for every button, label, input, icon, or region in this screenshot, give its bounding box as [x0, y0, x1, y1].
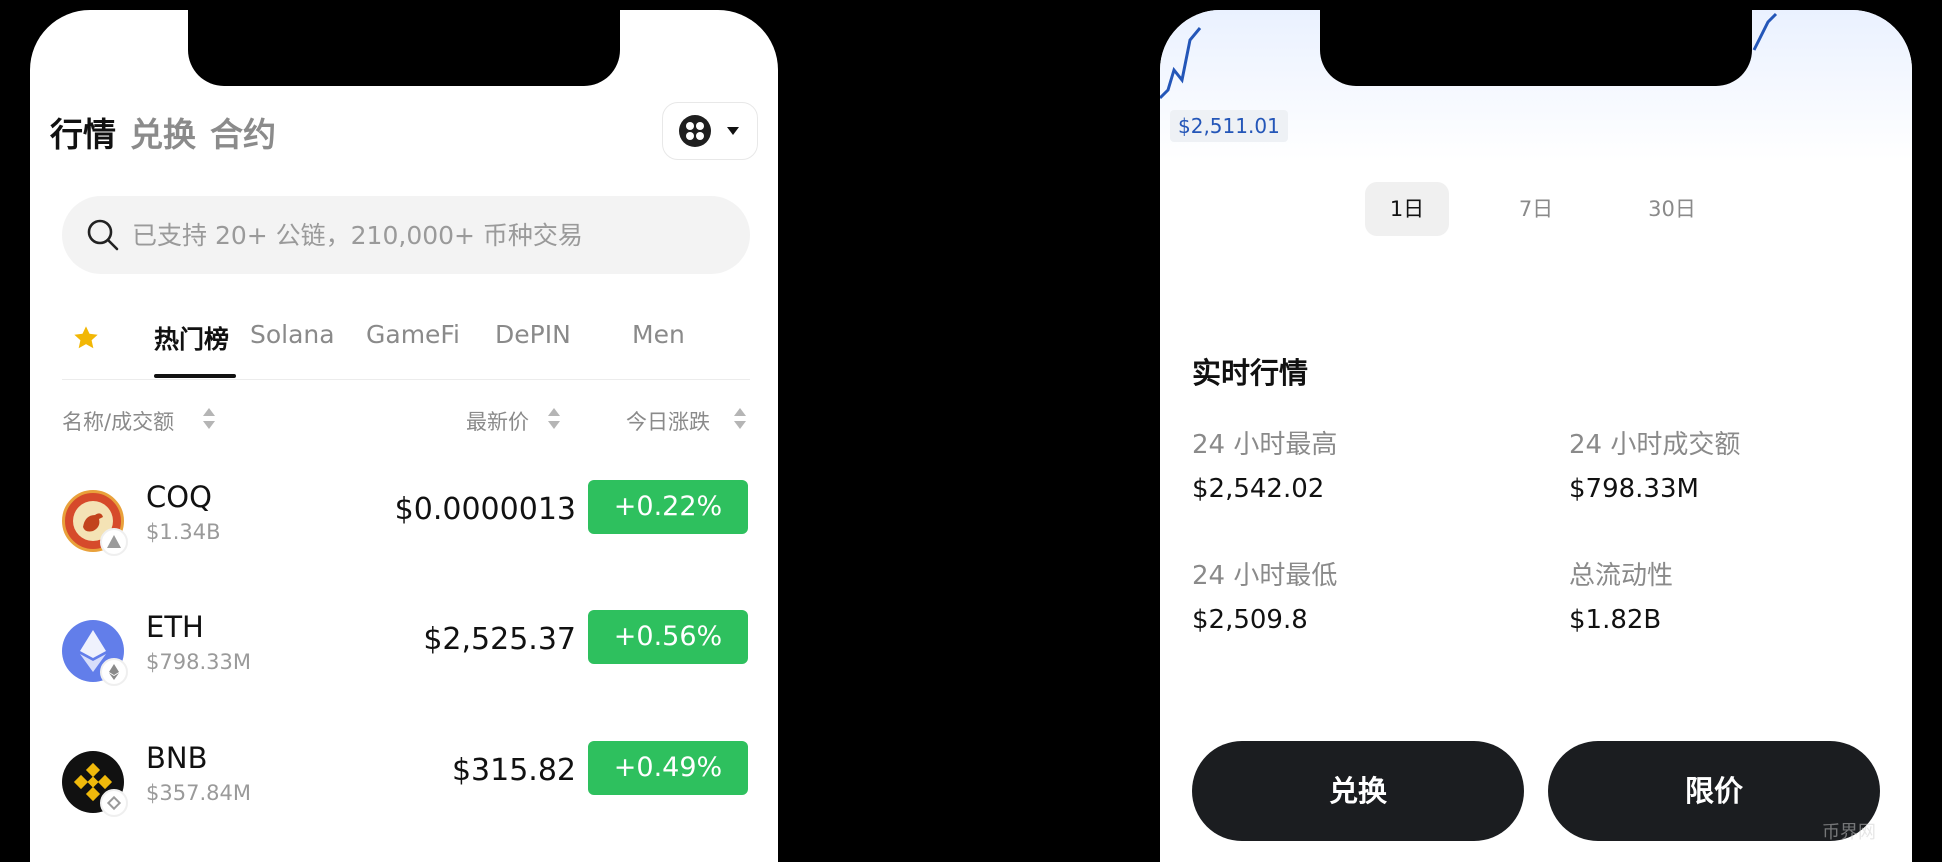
token-row-bnb[interactable]: BNB $357.84M $315.82 +0.49% [30, 741, 778, 861]
search-input[interactable] [132, 196, 732, 274]
range-30d[interactable]: 30日 [1630, 182, 1714, 236]
chart-price-tag: $2,511.01 [1170, 110, 1288, 142]
token-row-eth[interactable]: ETH $798.33M $2,525.37 +0.56% [30, 610, 778, 730]
search-bar[interactable] [62, 196, 750, 274]
category-depin[interactable]: DePIN [495, 320, 571, 349]
stat-value-high: $2,542.02 [1192, 474, 1325, 504]
stat-value-low: $2,509.8 [1192, 605, 1308, 635]
stat-label-low: 24 小时最低 [1192, 561, 1338, 591]
range-1d[interactable]: 1日 [1365, 182, 1449, 236]
category-solana[interactable]: Solana [250, 320, 335, 349]
stat-label-liquidity: 总流动性 [1569, 561, 1674, 591]
divider [62, 379, 750, 380]
token-detail-screen: $2,511.01 1日 7日 30日 实时行情 24 小时最高 $2,542.… [1160, 10, 1912, 862]
sort-icon[interactable] [734, 408, 746, 432]
tab-market[interactable]: 行情 [50, 108, 116, 156]
token-symbol: BNB [146, 741, 208, 775]
token-change: +0.56% [588, 610, 748, 664]
apps-grid-icon [679, 115, 711, 147]
avalanche-chain-icon [100, 528, 128, 556]
stat-label-volume: 24 小时成交额 [1569, 430, 1741, 460]
token-symbol: ETH [146, 610, 204, 644]
token-price: $2,525.37 [423, 622, 576, 657]
token-volume: $357.84M [146, 781, 251, 805]
token-change: +0.49% [588, 741, 748, 795]
phone-notch [188, 10, 620, 86]
token-volume: $798.33M [146, 650, 251, 674]
token-volume: $1.34B [146, 520, 221, 544]
token-row-coq[interactable]: COQ $1.34B $0.0000013 +0.22% [30, 480, 778, 600]
token-price: $315.82 [451, 753, 576, 788]
favorites-star-icon[interactable] [72, 324, 100, 352]
tab-contract[interactable]: 合约 [210, 108, 276, 156]
realtime-section-title: 实时行情 [1192, 356, 1309, 390]
market-screen: 行情 兑换 合约 热门榜 Solana GameFi DePIN Men 名称/… [30, 10, 778, 862]
stat-label-high: 24 小时最高 [1192, 430, 1338, 460]
token-change: +0.22% [588, 480, 748, 534]
phone-notch [1320, 10, 1752, 86]
chevron-down-icon [727, 127, 739, 135]
col-header-price[interactable]: 最新价 [466, 406, 529, 436]
token-symbol: COQ [146, 480, 212, 514]
bnb-chain-icon [100, 789, 128, 817]
range-7d[interactable]: 7日 [1494, 182, 1578, 236]
category-hot[interactable]: 热门榜 [154, 320, 229, 356]
watermark: 币界网 [1822, 822, 1876, 843]
ethereum-chain-icon [100, 658, 128, 686]
active-category-indicator [154, 374, 236, 378]
col-header-name[interactable]: 名称/成交额 [62, 406, 174, 436]
stat-value-volume: $798.33M [1569, 474, 1699, 504]
search-icon [87, 219, 119, 251]
token-price: $0.0000013 [394, 492, 576, 527]
swap-button[interactable]: 兑换 [1192, 741, 1524, 841]
category-gamefi[interactable]: GameFi [366, 320, 460, 349]
stat-value-liquidity: $1.82B [1569, 605, 1662, 635]
col-header-change[interactable]: 今日涨跌 [626, 406, 710, 436]
category-meme[interactable]: Men [632, 320, 688, 349]
apps-menu-button[interactable] [662, 102, 758, 160]
sort-icon[interactable] [548, 408, 560, 432]
tab-swap[interactable]: 兑换 [130, 108, 196, 156]
sort-icon[interactable] [203, 408, 215, 432]
